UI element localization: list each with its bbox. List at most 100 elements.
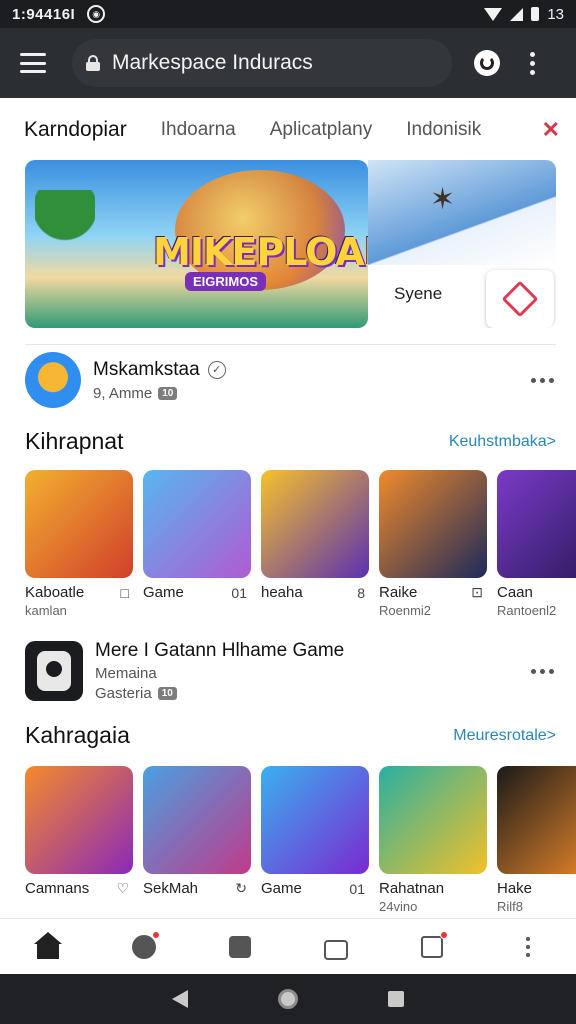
notification-dot bbox=[152, 930, 160, 939]
game-thumbnail bbox=[497, 470, 576, 578]
game-title: Hake bbox=[497, 880, 533, 897]
recents-button[interactable] bbox=[388, 991, 404, 1007]
section-header-2: Kahragaia Meuresrotale> bbox=[25, 722, 556, 749]
developer-avatar bbox=[25, 352, 81, 408]
app-category: Gasteria bbox=[95, 685, 152, 702]
game-card[interactable]: Rahatnan 24vino bbox=[379, 766, 487, 916]
game-thumbnail bbox=[379, 766, 487, 874]
game-badge-icon: 8 bbox=[357, 584, 365, 601]
tab-0[interactable]: Karndopiar bbox=[24, 118, 127, 142]
game-card[interactable]: Game 01 bbox=[143, 470, 251, 620]
game-thumbnail bbox=[143, 470, 251, 578]
developer-row[interactable]: Mskamkstaa ✓ 9, Amme 10 bbox=[25, 352, 554, 408]
game-card[interactable]: Game 01 bbox=[261, 766, 369, 916]
game-badge-icon: ♡ bbox=[116, 880, 129, 896]
game-thumbnail bbox=[379, 470, 487, 578]
system-navigation-bar bbox=[0, 974, 576, 1024]
game-card[interactable]: Raike ⊡ Roenmi2 bbox=[379, 470, 487, 620]
app-bar: Markespace Induracs bbox=[0, 28, 576, 98]
tab-1[interactable]: Ihdoarna bbox=[161, 119, 236, 141]
sky-art bbox=[368, 160, 556, 265]
more-icon[interactable] bbox=[531, 377, 554, 383]
game-badge-icon: □ bbox=[120, 584, 129, 601]
refresh-icon[interactable] bbox=[474, 50, 500, 76]
close-tabs-icon[interactable]: ✕ bbox=[542, 117, 560, 143]
games-icon[interactable] bbox=[226, 933, 254, 961]
status-icons: 13 bbox=[484, 6, 564, 23]
game-thumbnail bbox=[261, 470, 369, 578]
age-badge: 10 bbox=[158, 386, 178, 400]
status-bar: 1:94416I ◉ 13 bbox=[0, 0, 576, 28]
game-card[interactable]: Caan□Rantoenl2 bbox=[497, 470, 576, 620]
game-card[interactable]: Hake Rilf8 bbox=[497, 766, 576, 916]
game-title: Kaboatle bbox=[25, 584, 85, 601]
wifi-icon bbox=[484, 7, 503, 21]
game-subtitle: Roenmi2 bbox=[379, 603, 432, 618]
age-badge: 10 bbox=[157, 687, 177, 700]
notification-icon: ◉ bbox=[87, 5, 106, 23]
section-see-more-link[interactable]: Keuhstmbaka> bbox=[449, 433, 556, 451]
palm-tree-art bbox=[35, 190, 95, 280]
game-title: Rahatnan bbox=[379, 880, 445, 897]
more-icon[interactable] bbox=[531, 668, 554, 674]
app-subtitle: Memaina bbox=[95, 665, 157, 682]
app-row[interactable]: Mere I Gatann Hlhame Game Memaina Gaster… bbox=[25, 640, 554, 702]
bird-icon: ✶ bbox=[430, 183, 456, 216]
game-card[interactable]: Camnans ♡ bbox=[25, 766, 133, 916]
game-subtitle: 24vino bbox=[379, 899, 418, 914]
banner-subtitle: EIGRIMOS bbox=[185, 272, 267, 291]
home-icon[interactable] bbox=[34, 931, 62, 961]
home-button[interactable] bbox=[278, 989, 298, 1009]
overflow-menu-icon[interactable] bbox=[530, 51, 535, 75]
search-text: Markespace Induracs bbox=[112, 51, 313, 74]
search-input[interactable]: Markespace Induracs bbox=[72, 39, 452, 87]
game-card[interactable]: Kaboatle □ kamlan bbox=[25, 470, 133, 620]
app-icon bbox=[25, 641, 83, 701]
game-title: Game bbox=[261, 880, 302, 897]
developer-name: Mskamkstaa bbox=[93, 358, 200, 380]
tab-3[interactable]: Indonisik bbox=[406, 119, 481, 141]
developer-meta: 9, Amme bbox=[93, 384, 153, 402]
secondary-banner[interactable]: ✶ Syene bbox=[368, 160, 556, 328]
verified-icon: ✓ bbox=[207, 360, 226, 379]
game-card[interactable]: SekMah ↻ bbox=[143, 766, 251, 916]
game-title: SekMah bbox=[143, 880, 199, 897]
game-subtitle: Rilf8 bbox=[497, 899, 524, 914]
game-badge-icon: ⊡ bbox=[471, 584, 483, 600]
banner-title: MIKEPLOAR bbox=[153, 230, 368, 274]
tab-2[interactable]: Aplicatplany bbox=[270, 119, 372, 141]
featured-banner[interactable]: MIKEPLOAR EIGRIMOS bbox=[25, 160, 368, 328]
news-icon[interactable] bbox=[418, 930, 448, 961]
explore-icon[interactable] bbox=[130, 930, 160, 961]
back-button[interactable] bbox=[172, 990, 188, 1008]
game-subtitle: kamlan bbox=[25, 603, 67, 618]
section-header-1: Kihrapnat Keuhstmbaka> bbox=[25, 428, 556, 455]
section-see-more-link[interactable]: Meuresrotale> bbox=[453, 727, 556, 745]
store-icon[interactable] bbox=[322, 933, 350, 961]
game-title: Camnans bbox=[25, 880, 90, 897]
game-title: Caan bbox=[497, 584, 533, 601]
bottom-navigation bbox=[0, 918, 576, 974]
more-vertical-icon[interactable] bbox=[514, 933, 542, 961]
game-thumbnail bbox=[25, 470, 133, 578]
secondary-banner-label: Syene bbox=[394, 284, 443, 303]
menu-icon[interactable] bbox=[20, 53, 46, 73]
game-title: heaha bbox=[261, 584, 303, 601]
section-title: Kahragaia bbox=[25, 722, 130, 748]
game-badge-icon: 01 bbox=[231, 584, 247, 601]
game-card[interactable]: heaha 8 bbox=[261, 470, 369, 620]
gem-card[interactable] bbox=[486, 270, 554, 328]
battery-icon bbox=[531, 7, 540, 21]
games-row-1: Kaboatle □ kamlan Game 01 heaha 8 Raike ⊡ Roenmi2… bbox=[25, 470, 576, 620]
app-name: Mere I Gatann Hlhame Game bbox=[95, 640, 345, 661]
game-badge-icon: ↻ bbox=[235, 880, 247, 896]
notification-dot bbox=[440, 930, 448, 939]
game-subtitle: Rantoenl2 bbox=[497, 603, 557, 618]
game-title: Game bbox=[143, 584, 184, 601]
gem-icon bbox=[501, 280, 539, 318]
lock-icon bbox=[86, 55, 100, 71]
battery-text: 13 bbox=[547, 5, 564, 23]
game-thumbnail bbox=[497, 766, 576, 874]
game-title: Raike bbox=[379, 584, 418, 601]
game-thumbnail bbox=[261, 766, 369, 874]
